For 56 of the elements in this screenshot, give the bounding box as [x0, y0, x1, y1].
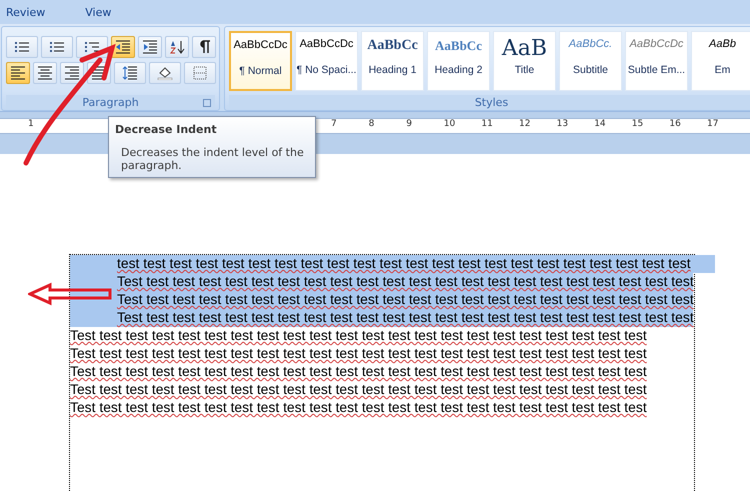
ruler-number: 15 — [632, 119, 644, 129]
style-option[interactable]: AaBbCcDc ¶ No Spaci... — [295, 31, 358, 91]
ruler-number: 7 — [331, 119, 337, 129]
ruler-number: 9 — [406, 119, 412, 129]
align-left-icon — [10, 66, 26, 80]
sort-icon — [169, 40, 185, 54]
style-option[interactable]: AaBbCc. Subtitle — [559, 31, 622, 91]
ruler-number: 12 — [519, 119, 530, 129]
numbering-button[interactable] — [41, 36, 73, 58]
ruler-number: 16 — [669, 119, 681, 129]
text-line: Test test test test test test test test test test test test test test test test test test test test test test — [70, 327, 648, 345]
bullets-button[interactable] — [6, 36, 38, 58]
group-label: Styles — [474, 96, 508, 109]
align-center-icon — [37, 66, 53, 80]
text-line: Test test test test test test test test test test test test test test test test test test test test test test — [70, 363, 648, 381]
text-line: Test test test test test test test test test test test test test test test test test test test test test test — [70, 345, 648, 363]
tooltip-title: Decrease Indent — [115, 123, 218, 136]
text-line: Test test test test test test test test test test test test test test test test test test test test test test — [70, 399, 648, 417]
ruler-number: 1 — [28, 119, 34, 129]
line-spacing-icon — [122, 66, 138, 80]
ruler-number: 10 — [444, 119, 456, 129]
border-grid-icon — [192, 66, 208, 80]
style-option[interactable]: AaBbCcDc ¶ Normal — [229, 31, 292, 91]
group-label: Paragraph — [82, 96, 139, 109]
menu-tab[interactable]: View — [85, 6, 112, 18]
increase-indent-button[interactable] — [138, 36, 162, 58]
sort-button[interactable] — [165, 36, 189, 58]
style-option[interactable]: AaBbCc Heading 2 — [427, 31, 490, 91]
numbered-list-icon — [49, 40, 65, 54]
text-line: Test test test test test test test test test test test test test test test test test test test test test test — [70, 381, 648, 399]
tooltip-description: Decreases the indent level of the paragraph. — [120, 146, 305, 172]
shading-button[interactable] — [149, 62, 181, 84]
align-center-button[interactable] — [33, 62, 57, 84]
style-option[interactable]: AaB Title — [493, 31, 556, 91]
ruler-number: 13 — [556, 119, 568, 129]
borders-button[interactable] — [184, 62, 216, 84]
ruler-number: 17 — [707, 119, 718, 129]
style-option[interactable]: AaBb Em — [691, 31, 750, 91]
decrease-indent-icon — [115, 40, 131, 54]
style-option[interactable]: AaBbCcDc Subtle Em... — [625, 31, 688, 91]
style-option[interactable]: AaBbCc Heading 1 — [361, 31, 424, 91]
menu-tab[interactable]: Review — [6, 6, 46, 18]
align-left-button[interactable] — [6, 62, 30, 84]
align-right-icon — [64, 66, 80, 80]
pilcrow-button[interactable] — [192, 36, 216, 58]
justify-icon — [91, 66, 107, 80]
line-spacing-button[interactable] — [114, 62, 146, 84]
decrease-indent-button[interactable] — [111, 36, 135, 58]
align-right-button[interactable] — [60, 62, 84, 84]
ruler-number: 14 — [594, 119, 606, 129]
paint-bucket-icon — [157, 66, 173, 80]
ruler-number: 11 — [481, 119, 493, 129]
increase-indent-icon — [142, 40, 158, 54]
multilevel-list-icon — [84, 40, 100, 54]
ruler-number: 8 — [368, 119, 374, 129]
bullet-list-icon — [14, 40, 30, 54]
